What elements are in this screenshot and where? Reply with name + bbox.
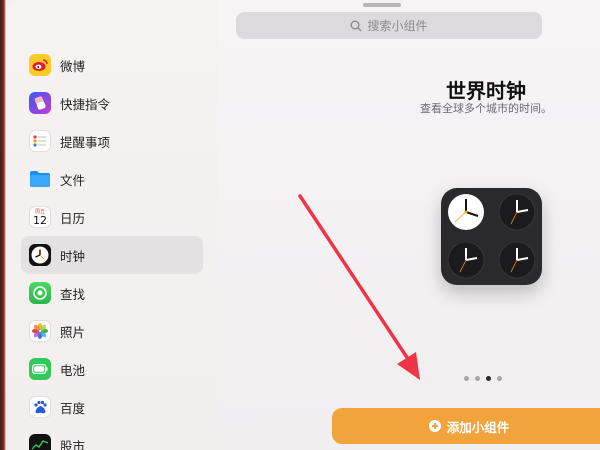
calendar-day: 12 (33, 213, 47, 227)
widget-description: 查看全球多个城市的时间。 (420, 102, 552, 115)
battery-icon (29, 358, 51, 380)
page-dot[interactable] (475, 376, 480, 381)
sheet-grabber[interactable] (363, 3, 401, 7)
sidebar-item-stocks[interactable]: 股市 (21, 426, 203, 450)
search-field[interactable]: 搜索小组件 (236, 12, 542, 39)
sidebar-item-shortcuts[interactable]: 快捷指令 (21, 84, 203, 122)
add-widget-label: 添加小组件 (446, 419, 510, 435)
sidebar-item-label: 电池 (60, 362, 86, 378)
page-dot[interactable] (464, 376, 469, 381)
sidebar-item-find-my[interactable]: 查找 (21, 274, 203, 312)
sidebar-item-calendar[interactable]: 周五 12 日历 (21, 198, 203, 236)
files-icon (29, 168, 51, 190)
find-my-icon (29, 282, 51, 304)
sidebar-item-battery[interactable]: 电池 (21, 350, 203, 388)
sidebar-item-label: 日历 (60, 210, 86, 226)
sidebar-item-label: 查找 (60, 286, 86, 302)
add-widget-button[interactable]: 添加小组件 (332, 408, 600, 444)
page-dot-current[interactable] (486, 376, 491, 381)
weibo-icon (29, 54, 51, 76)
page-dot[interactable] (497, 376, 502, 381)
sidebar-item-label: 微博 (60, 58, 86, 74)
clock-icon (29, 244, 51, 266)
plus-icon (428, 420, 441, 432)
sidebar-item-label: 提醒事项 (60, 134, 111, 150)
sidebar-item-files[interactable]: 文件 (21, 160, 203, 198)
clock-face-4 (498, 241, 536, 279)
page-indicator[interactable] (464, 376, 502, 381)
sidebar-item-photos[interactable]: 照片 (21, 312, 203, 350)
sidebar-item-label: 照片 (60, 324, 86, 340)
sidebar-item-reminders[interactable]: 提醒事项 (21, 122, 203, 160)
widget-gallery-sheet: 微博 快捷指令 提醒事项 文件 周五 12 日历 时钟 查找 照片 电池 百度 … (6, 0, 600, 450)
sidebar-item-label: 股市 (60, 438, 86, 450)
baidu-icon (29, 396, 51, 418)
sidebar-item-label: 百度 (60, 400, 86, 416)
stocks-icon (29, 434, 51, 450)
sidebar-item-label: 文件 (60, 172, 86, 188)
clock-face-2 (498, 193, 536, 231)
widget-sidebar: 微博 快捷指令 提醒事项 文件 周五 12 日历 时钟 查找 照片 电池 百度 … (6, 0, 218, 450)
sidebar-item-label: 时钟 (60, 248, 86, 264)
calendar-icon: 周五 12 (29, 206, 51, 228)
sidebar-item-clock[interactable]: 时钟 (21, 236, 203, 274)
world-clock-widget-preview[interactable] (441, 188, 542, 285)
photos-icon (29, 320, 51, 342)
clock-face-3 (447, 241, 485, 279)
search-placeholder: 搜索小组件 (367, 19, 428, 33)
search-icon (350, 20, 362, 31)
reminders-icon (29, 130, 51, 152)
sidebar-item-label: 快捷指令 (60, 96, 111, 112)
shortcuts-icon (29, 92, 51, 114)
clock-face-1 (448, 194, 484, 230)
sidebar-item-weibo[interactable]: 微博 (21, 46, 203, 84)
sidebar-item-baidu[interactable]: 百度 (21, 388, 203, 426)
